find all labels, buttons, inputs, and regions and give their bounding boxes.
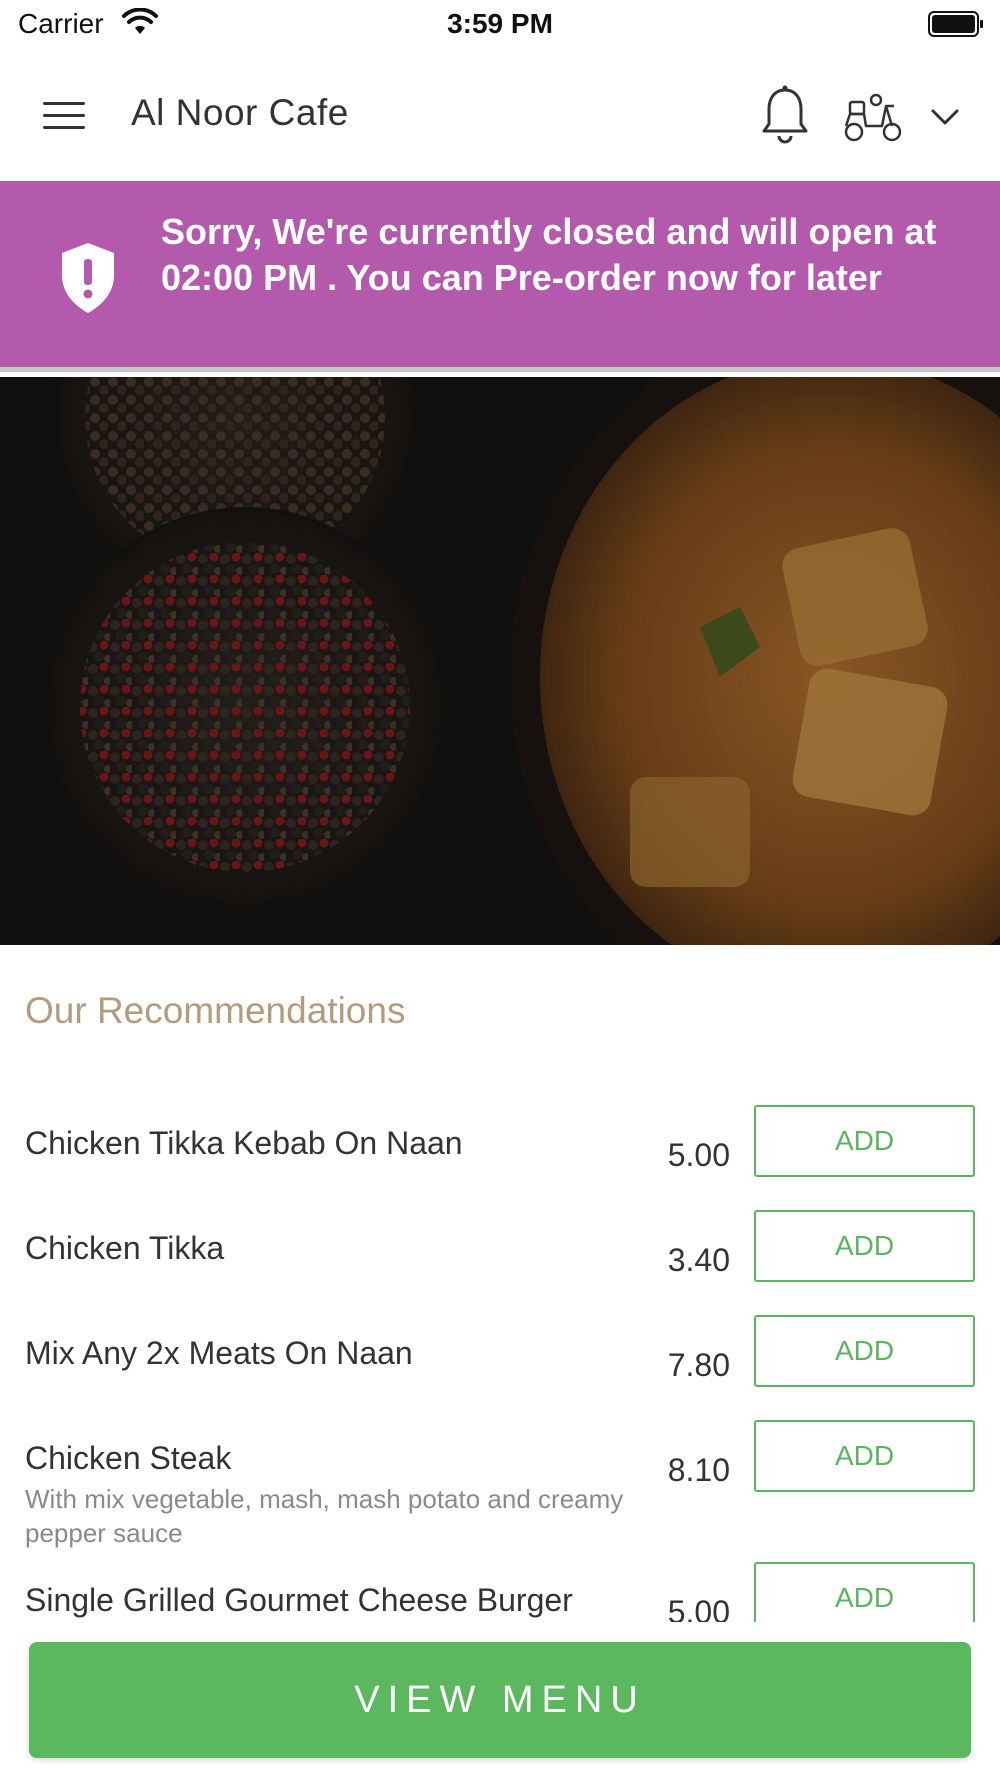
add-button[interactable]: ADD [754,1315,975,1387]
recommendation-list: Chicken Tikka Kebab On Naan 5.00 ADD Chi… [0,1040,1000,1622]
item-description: With mix vegetable, mash, mash potato an… [25,1484,624,1548]
restaurant-title: Al Noor Cafe [131,92,349,133]
closed-message: Sorry, We're currently closed and will o… [161,211,937,298]
item-price: 3.40 [667,1242,730,1278]
recommendations-title: Our Recommendations [25,990,406,1031]
item-price: 5.00 [667,1137,730,1173]
shield-alert-icon [58,241,118,315]
status-bar: Carrier 3:59 PM [0,0,1000,48]
item-name: Mix Any 2x Meats On Naan [25,1335,413,1371]
item-price: 5.00 [667,1594,730,1622]
menu-icon[interactable] [40,96,90,136]
chevron-down-icon[interactable] [928,100,962,134]
item-name: Chicken Steak [25,1440,232,1476]
add-button[interactable]: ADD [754,1210,975,1282]
item-name: Chicken Tikka [25,1230,225,1266]
status-time: 3:59 PM [447,8,553,39]
closed-banner: Sorry, We're currently closed and will o… [0,181,1000,372]
item-name: Chicken Tikka Kebab On Naan [25,1125,463,1161]
scooter-icon[interactable] [842,92,904,144]
battery-icon [928,11,984,37]
add-button[interactable]: ADD [754,1105,975,1177]
item-name: Single Grilled Gourmet Cheese Burger [25,1582,573,1618]
item-price: 7.80 [667,1347,730,1383]
add-button[interactable]: ADD [754,1562,975,1622]
bell-icon[interactable] [758,84,812,146]
add-button[interactable]: ADD [754,1420,975,1492]
item-price: 8.10 [667,1452,730,1488]
view-menu-button[interactable]: VIEW MENU [29,1642,971,1758]
hero-food-image [0,377,1000,945]
app-header: Al Noor Cafe [0,48,1000,181]
